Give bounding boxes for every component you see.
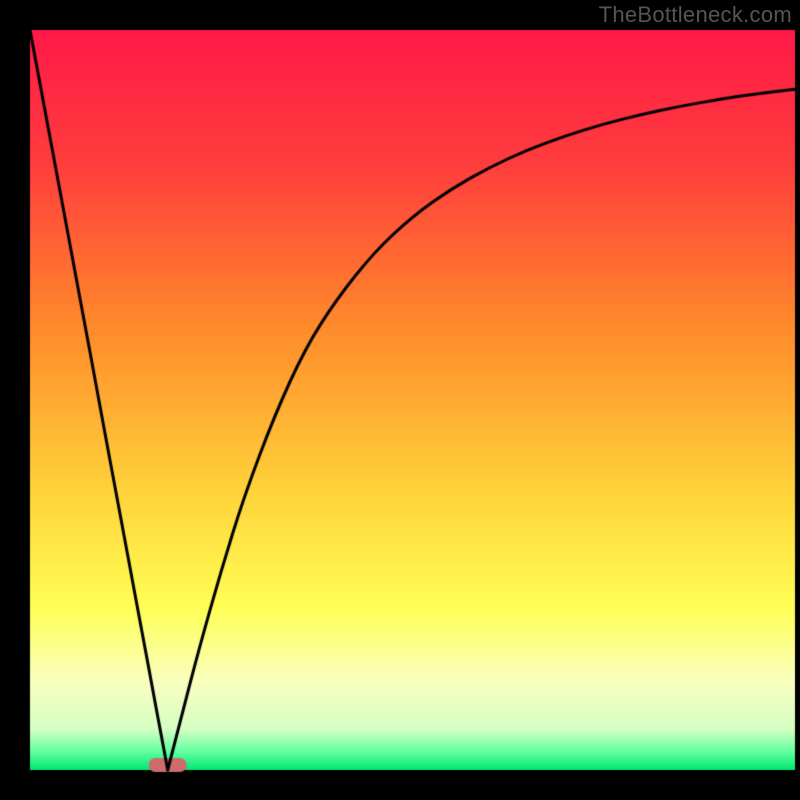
- bottleneck-chart-canvas: [0, 0, 800, 800]
- chart-container: TheBottleneck.com: [0, 0, 800, 800]
- watermark-text: TheBottleneck.com: [599, 2, 792, 28]
